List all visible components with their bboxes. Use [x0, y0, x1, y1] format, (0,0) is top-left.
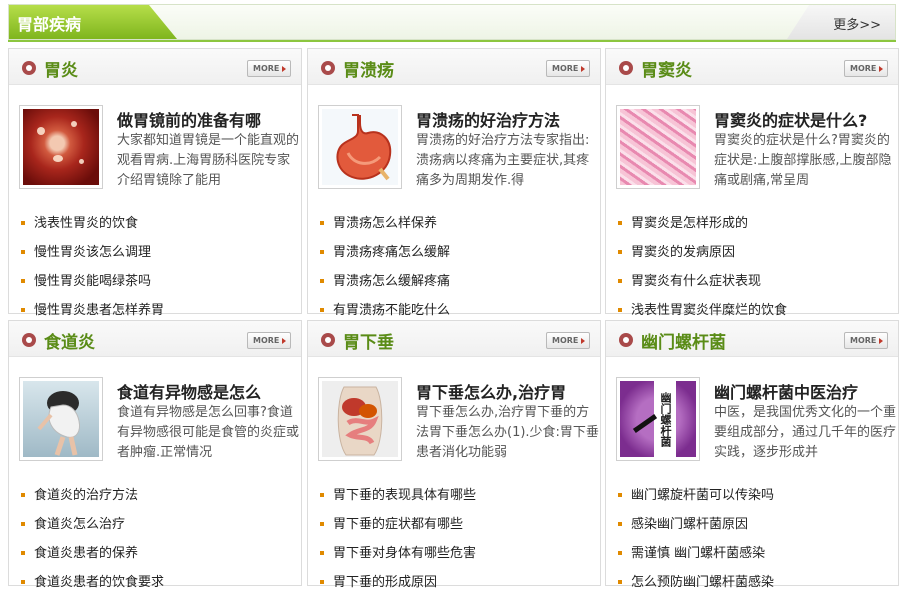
list-item[interactable]: 胃下垂的表现具体有哪些	[320, 481, 596, 510]
header-divider	[8, 40, 896, 42]
more-label: MORE	[552, 336, 579, 345]
more-label: MORE	[253, 336, 280, 345]
featured-description: 食道有异物感是怎么回事?食道有异物感很可能是食管的炎症或者肿瘤.正常情况	[117, 405, 300, 460]
list-item[interactable]: 食道炎怎么治疗	[21, 510, 297, 539]
featured-title[interactable]: 食道有异物感是怎么	[117, 379, 301, 403]
more-button[interactable]: MORE	[247, 332, 291, 349]
panel-title[interactable]: 胃炎	[44, 56, 78, 81]
digestive-anatomy-image	[322, 381, 398, 457]
article-list: 食道炎的治疗方法 食道炎怎么治疗 食道炎患者的保养 食道炎患者的饮食要求	[21, 481, 297, 590]
panel-gastroptosis: 胃下垂 MORE 胃下垂怎么办,治疗胃 胃下垂怎么办,治疗胃下垂的方法胃下垂怎么…	[307, 320, 601, 590]
panel-h-pylori: 幽门螺杆菌 MORE 幽门螺杆菌 幽门螺杆菌中医治疗 中医，是我国优秀文化的一个…	[605, 320, 899, 590]
panel-title[interactable]: 胃下垂	[343, 328, 394, 353]
list-item[interactable]: 胃溃疡怎么缓解疼痛	[320, 267, 596, 296]
tissue-micrograph-image	[620, 109, 696, 185]
article-list: 胃溃疡怎么样保养 胃溃疡疼痛怎么缓解 胃溃疡怎么缓解疼痛 有胃溃疡不能吃什么	[320, 209, 596, 325]
more-label: MORE	[552, 64, 579, 73]
featured-title[interactable]: 幽门螺杆菌中医治疗	[714, 379, 898, 403]
more-button[interactable]: MORE	[546, 332, 590, 349]
featured-title[interactable]: 做胃镜前的准备有哪	[117, 107, 301, 131]
article-list: 浅表性胃炎的饮食 慢性胃炎该怎么调理 慢性胃炎能喝绿茶吗 慢性胃炎患者怎样养胃	[21, 209, 297, 325]
list-item[interactable]: 胃窦炎是怎样形成的	[618, 209, 894, 238]
arrow-right-icon	[581, 338, 585, 344]
panel-header: 幽门螺杆菌 MORE	[606, 321, 898, 357]
article-list: 胃窦炎是怎样形成的 胃窦炎的发病原因 胃窦炎有什么症状表现 浅表性胃窦炎伴糜烂的…	[618, 209, 894, 325]
list-item[interactable]: 胃溃疡怎么样保养	[320, 209, 596, 238]
featured-thumbnail[interactable]	[616, 105, 700, 189]
arrow-right-icon	[581, 66, 585, 72]
featured-description: 胃下垂怎么办,治疗胃下垂的方法胃下垂怎么办(1).少食:胃下垂患者消化功能弱	[416, 405, 599, 460]
arrow-right-icon	[879, 338, 883, 344]
more-button[interactable]: MORE	[844, 60, 888, 77]
panel-title[interactable]: 食道炎	[44, 328, 95, 353]
panel-header: 胃窦炎 MORE	[606, 49, 898, 85]
panel-antral-gastritis: 胃窦炎 MORE 胃窦炎的症状是什么? 胃窦炎的症状是什么?胃窦炎的症状是:上腹…	[605, 48, 899, 318]
list-item[interactable]: 浅表性胃炎的饮食	[21, 209, 297, 238]
featured-title[interactable]: 胃窦炎的症状是什么?	[714, 107, 898, 131]
list-item[interactable]: 慢性胃炎能喝绿茶吗	[21, 267, 297, 296]
image-caption: 幽门螺杆菌	[654, 381, 676, 457]
more-label: MORE	[253, 64, 280, 73]
section-header: 胃部疾病 更多>>	[8, 4, 896, 40]
panel-header: 食道炎 MORE	[9, 321, 301, 357]
stomach-illustration-image	[322, 109, 398, 185]
bullet-circle-icon	[321, 333, 335, 347]
list-item[interactable]: 胃下垂对身体有哪些危害	[320, 539, 596, 568]
list-item[interactable]: 幽门螺旋杆菌可以传染吗	[618, 481, 894, 510]
more-button[interactable]: MORE	[247, 60, 291, 77]
list-item[interactable]: 需谨慎 幽门螺杆菌感染	[618, 539, 894, 568]
panel-esophagitis: 食道炎 MORE 食道有异物感是怎么 食道有异物感是怎么回事?食道有异物感很可能…	[8, 320, 302, 590]
arrow-right-icon	[282, 66, 286, 72]
more-button[interactable]: MORE	[844, 332, 888, 349]
list-item[interactable]: 胃下垂的形成原因	[320, 568, 596, 590]
stomach-lining-image	[23, 109, 99, 185]
list-item[interactable]: 胃下垂的症状都有哪些	[320, 510, 596, 539]
section-more-link[interactable]: 更多>>	[833, 14, 881, 33]
list-item[interactable]: 食道炎的治疗方法	[21, 481, 297, 510]
list-item[interactable]: 食道炎患者的保养	[21, 539, 297, 568]
list-item[interactable]: 慢性胃炎该怎么调理	[21, 238, 297, 267]
featured-thumbnail[interactable]	[318, 377, 402, 461]
featured-thumbnail[interactable]	[318, 105, 402, 189]
panel-title[interactable]: 幽门螺杆菌	[641, 328, 726, 353]
list-item[interactable]: 胃溃疡疼痛怎么缓解	[320, 238, 596, 267]
list-item[interactable]: 胃窦炎的发病原因	[618, 238, 894, 267]
panel-gastric-ulcer: 胃溃疡 MORE 胃溃疡的好治疗方法 胃溃疡的好治疗方法专家指出:溃疡病以疼痛为…	[307, 48, 601, 318]
person-bending-image	[23, 381, 99, 457]
featured-description: 胃窦炎的症状是什么?胃窦炎的症状是:上腹部撑胀感,上腹部隐痛或剧痛,常呈周	[714, 133, 892, 188]
panel-title[interactable]: 胃溃疡	[343, 56, 394, 81]
featured-thumbnail[interactable]	[19, 105, 103, 189]
bacteria-micrograph-image: 幽门螺杆菌	[620, 381, 696, 457]
article-list: 幽门螺旋杆菌可以传染吗 感染幽门螺杆菌原因 需谨慎 幽门螺杆菌感染 怎么预防幽门…	[618, 481, 894, 590]
list-item[interactable]: 胃窦炎有什么症状表现	[618, 267, 894, 296]
bullet-circle-icon	[619, 61, 633, 75]
panel-gastritis: 胃炎 MORE 做胃镜前的准备有哪 大家都知道胃镜是一个能直观的观看胃病.上海胃…	[8, 48, 302, 318]
panel-title[interactable]: 胃窦炎	[641, 56, 692, 81]
panel-header: 胃炎 MORE	[9, 49, 301, 85]
article-list: 胃下垂的表现具体有哪些 胃下垂的症状都有哪些 胃下垂对身体有哪些危害 胃下垂的形…	[320, 481, 596, 590]
bullet-circle-icon	[22, 333, 36, 347]
featured-thumbnail[interactable]	[19, 377, 103, 461]
featured-thumbnail[interactable]: 幽门螺杆菌	[616, 377, 700, 461]
more-button[interactable]: MORE	[546, 60, 590, 77]
arrow-right-icon	[282, 338, 286, 344]
bullet-circle-icon	[619, 333, 633, 347]
list-item[interactable]: 怎么预防幽门螺杆菌感染	[618, 568, 894, 590]
arrow-right-icon	[879, 66, 883, 72]
featured-description: 大家都知道胃镜是一个能直观的观看胃病.上海胃肠科医院专家介绍胃镜除了能用	[117, 133, 300, 188]
panel-header: 胃溃疡 MORE	[308, 49, 600, 85]
section-title: 胃部疾病	[17, 15, 82, 34]
featured-title[interactable]: 胃下垂怎么办,治疗胃	[416, 379, 600, 403]
panel-header: 胃下垂 MORE	[308, 321, 600, 357]
list-item[interactable]: 食道炎患者的饮食要求	[21, 568, 297, 590]
featured-description: 胃溃疡的好治疗方法专家指出:溃疡病以疼痛为主要症状,其疼痛多为周期发作.得	[416, 133, 590, 188]
bullet-circle-icon	[321, 61, 335, 75]
list-item[interactable]: 感染幽门螺杆菌原因	[618, 510, 894, 539]
bullet-circle-icon	[22, 61, 36, 75]
featured-title[interactable]: 胃溃疡的好治疗方法	[416, 107, 600, 131]
more-label: MORE	[850, 64, 877, 73]
more-label: MORE	[850, 336, 877, 345]
featured-description: 中医，是我国优秀文化的一个重要组成部分，通过几千年的医疗实践，逐步形成并	[714, 405, 897, 460]
